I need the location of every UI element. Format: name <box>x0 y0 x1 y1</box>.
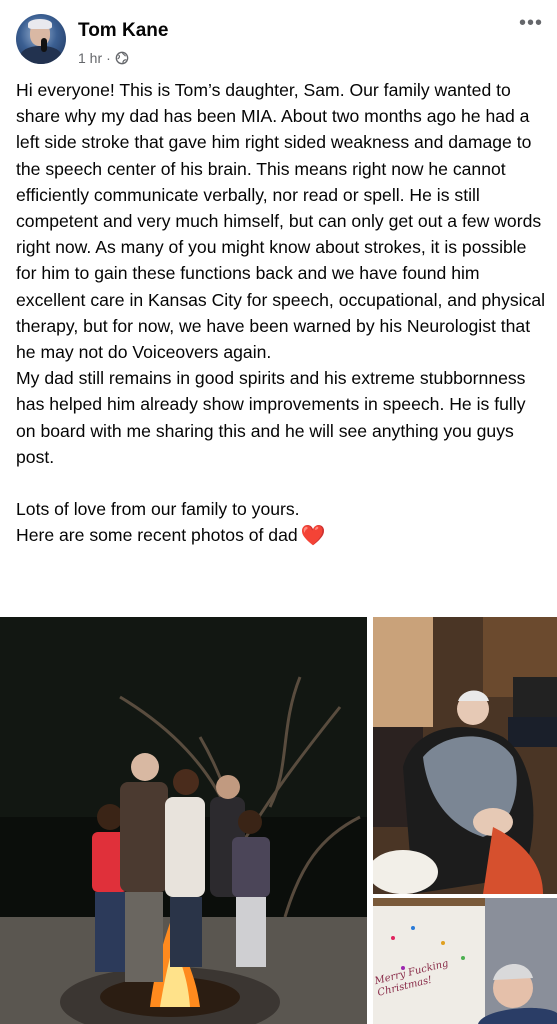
globe-icon <box>115 51 129 65</box>
post-timestamp[interactable]: 1 hr <box>78 50 102 66</box>
post-paragraph-3: Lots of love from our family to yours. <box>16 499 300 520</box>
meta-separator: · <box>106 50 111 66</box>
post-paragraph-2: My dad still remains in good spirits and… <box>16 368 526 467</box>
post-paragraph-4-text: Here are some recent photos of dad <box>16 525 298 546</box>
more-options-icon[interactable]: ••• <box>519 13 543 33</box>
photo-hug[interactable] <box>373 617 557 894</box>
post-text: Hi everyone! This is Tom’s daughter, Sam… <box>16 77 546 549</box>
firepit-scene <box>0 617 367 1024</box>
photo-family-firepit[interactable] <box>0 617 367 1024</box>
post-meta: 1 hr · <box>78 50 129 66</box>
author-name[interactable]: Tom Kane <box>78 20 168 42</box>
author-avatar[interactable] <box>16 14 66 64</box>
post-paragraph-4: Here are some recent photos of dad ❤️ <box>16 522 546 549</box>
post-header: Tom Kane 1 hr · ••• <box>0 0 557 72</box>
heart-emoji-icon: ❤️ <box>300 525 326 548</box>
post-paragraph-1: Hi everyone! This is Tom’s daughter, Sam… <box>16 80 546 363</box>
hug-scene <box>373 617 557 894</box>
photo-christmas[interactable]: Merry Fucking Christmas! <box>373 898 557 1024</box>
